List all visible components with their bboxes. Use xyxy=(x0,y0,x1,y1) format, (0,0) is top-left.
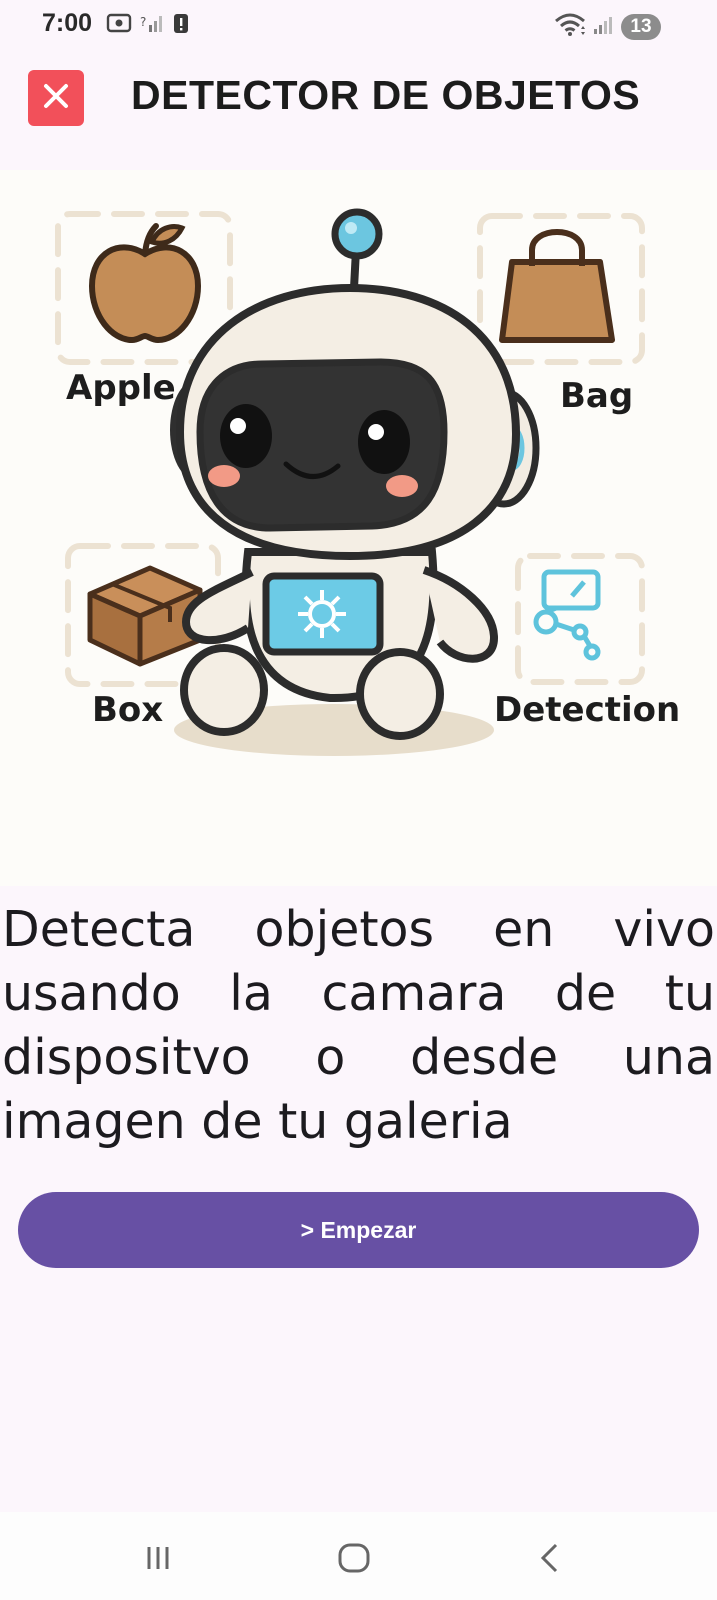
page-title: DETECTOR DE OBJETOS xyxy=(131,72,641,118)
apple-icon xyxy=(88,223,202,344)
app-bar: DETECTOR DE OBJETOS xyxy=(0,50,717,170)
recents-icon[interactable] xyxy=(138,1540,178,1576)
label-apple: Apple xyxy=(66,368,176,408)
detection-icon xyxy=(533,569,601,661)
close-button[interactable] xyxy=(28,70,84,126)
signal-icon xyxy=(593,14,615,40)
close-icon xyxy=(41,81,71,115)
robot-illustration xyxy=(55,208,645,756)
wifi-icon xyxy=(553,12,587,42)
alert-icon xyxy=(172,12,190,38)
notification-badge: 13 xyxy=(621,14,661,40)
back-icon[interactable] xyxy=(530,1540,570,1576)
hero-illustration: Apple Bag Box Detection xyxy=(0,170,717,886)
label-box: Box xyxy=(92,690,164,730)
svg-text:?: ? xyxy=(140,15,146,29)
start-button[interactable]: > Empezar xyxy=(18,1192,699,1268)
home-icon[interactable] xyxy=(334,1540,374,1576)
bag-icon xyxy=(499,229,615,343)
status-bar: 7:00 ? 13 xyxy=(0,0,717,50)
label-bag: Bag xyxy=(560,376,634,416)
no-signal-icon: ? xyxy=(140,12,164,38)
status-time: 7:00 xyxy=(42,9,93,37)
navigation-bar xyxy=(0,1512,717,1600)
label-detection: Detection xyxy=(494,690,681,730)
description-text: Detecta objetos en vivo usando la camara… xyxy=(2,901,715,1150)
screenshot-icon xyxy=(106,12,132,38)
